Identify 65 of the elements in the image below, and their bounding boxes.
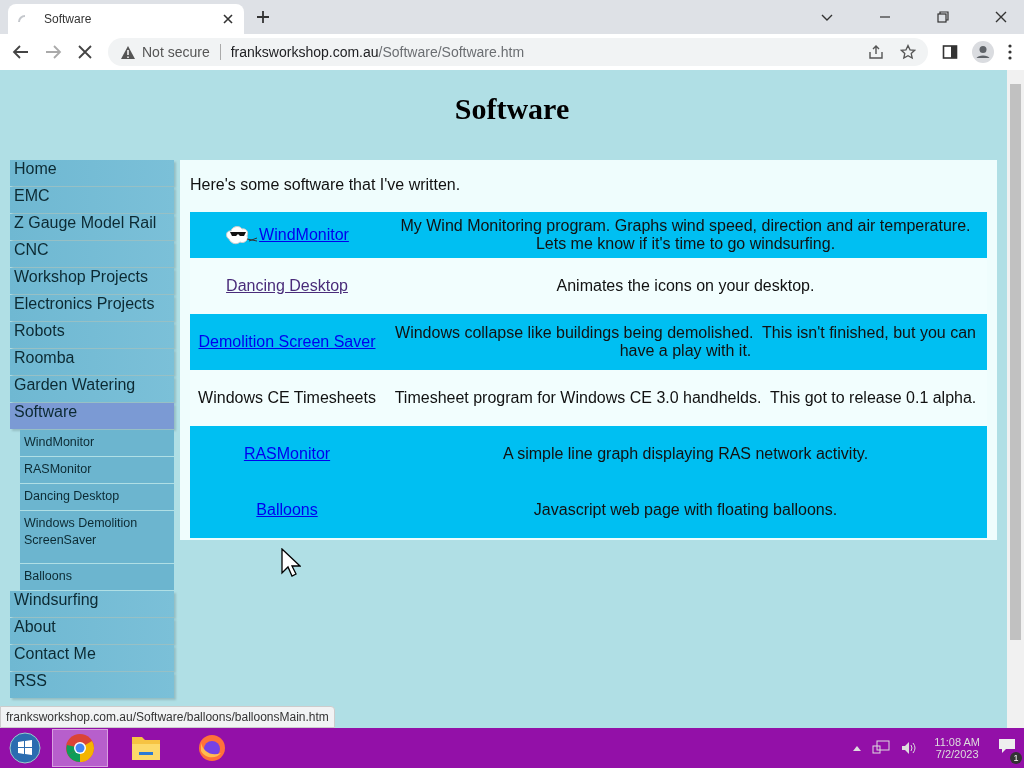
program-description: Javascript web page with floating balloons. [532,501,839,519]
share-icon[interactable] [868,44,884,60]
page-title: Software [453,92,571,126]
close-icon[interactable] [994,10,1008,24]
cursor-icon [281,548,301,578]
volume-icon[interactable] [900,740,917,756]
scrollbar[interactable] [1007,70,1024,728]
close-icon[interactable] [222,13,234,25]
nav-subitem[interactable]: WindMonitor [20,430,174,456]
program-description: Timesheet program for Windows CE 3.0 handhelds. This got to release 0.1 alpha. [393,389,978,407]
program-link[interactable]: Dancing Desktop [226,277,348,295]
caret-up-icon[interactable] [852,744,863,752]
address-bar[interactable]: Not secure franksworkshop.com.au/Software/Software.htm [108,38,928,66]
nav-item[interactable]: Roomba [10,349,174,375]
chrome-icon [65,733,95,763]
url-host: franksworkshop.com.au [230,44,379,60]
url-path: /Software/Software.htm [378,44,525,60]
nav-item[interactable]: Home [10,160,174,186]
clock-date: 7/2/2023 [935,748,979,760]
program-link[interactable]: WindMonitor [259,226,349,244]
nav-item[interactable]: Garden Watering [10,376,174,402]
nav-item[interactable]: Software [10,403,174,429]
new-tab-icon[interactable] [256,10,270,24]
intro-text: Here's some software that I've written. [190,176,462,194]
taskbar-app[interactable] [52,729,108,767]
program-link[interactable]: RASMonitor [243,445,331,463]
nav-item[interactable]: Contact Me [10,645,174,671]
star-icon[interactable] [900,44,916,60]
nav-subitem[interactable]: Windows Demolition ScreenSaver [20,511,174,563]
nav-item[interactable]: CNC [10,241,174,267]
warning-icon [120,44,136,60]
notification-badge: 1 [1010,752,1022,764]
side-panel-icon[interactable] [942,44,958,60]
browser-tab[interactable]: Software [8,4,244,34]
menu-icon[interactable] [1008,44,1012,60]
program-link[interactable]: Demolition Screen Saver [198,333,376,351]
nav-item[interactable]: Robots [10,322,174,348]
nav-subitem[interactable]: RASMonitor [20,457,174,483]
firefox-icon [197,733,227,763]
nav-subitem[interactable]: Dancing Desktop [20,484,174,510]
nav-item[interactable]: Workshop Projects [10,268,174,294]
nav-item[interactable]: Electronics Projects [10,295,174,321]
nav-subitem[interactable]: Balloons [20,564,174,590]
nav-item[interactable]: EMC [10,187,174,213]
folder-icon [131,734,161,762]
start-icon[interactable] [8,731,42,765]
program-description: Animates the icons on your desktop. [555,277,816,295]
program-link[interactable]: Balloons [256,501,318,519]
profile-icon[interactable] [972,41,994,63]
nav-item[interactable]: RSS [10,672,174,698]
restore-icon[interactable] [936,10,950,24]
network-icon[interactable] [872,740,891,756]
program-description: Windows collapse like buildings being demolished. This isn't finished, but you can have a play with it. [394,324,977,360]
nav-item[interactable]: Z Gauge Model Rail [10,214,174,240]
back-icon[interactable] [12,43,30,61]
program-description: A simple line graph displaying RAS network activity. [501,445,870,463]
program-name: Windows CE Timesheets [198,389,376,407]
nav-item[interactable]: About [10,618,174,644]
status-url: franksworkshop.com.au/Software/balloons/balloonsMain.htm [0,706,335,728]
notification-icon[interactable] [998,738,1016,754]
nav-item[interactable]: Windsurfing [10,591,174,617]
security-label: Not secure [142,44,210,60]
program-description: My Wind Monitoring program. Graphs wind speed, direction and air temperature. Lets me know if it's time to go windsurfing. [399,217,972,253]
stop-icon[interactable] [76,43,94,61]
clock-time: 11:08 AM [934,736,980,748]
